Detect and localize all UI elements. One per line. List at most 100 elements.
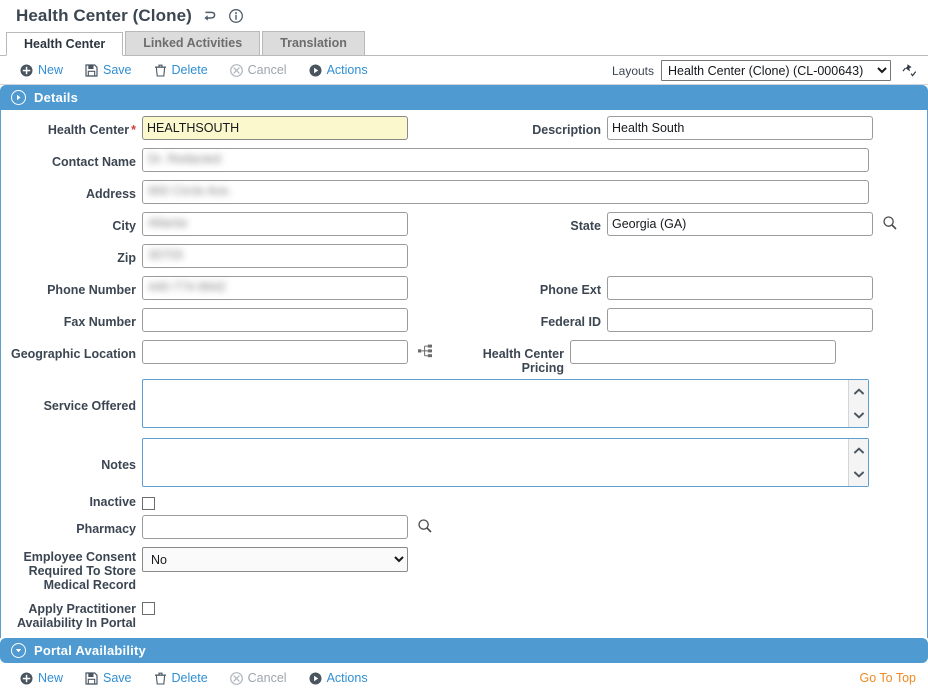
- zip-field-wrap: 30703: [142, 244, 408, 268]
- city-field-wrap: Atlanta: [142, 212, 408, 236]
- row-notes: Notes: [1, 432, 927, 489]
- row-address: Address 900 Circle Ave.: [1, 180, 927, 212]
- plus-circle-icon: [20, 64, 33, 77]
- fax-number-input[interactable]: [142, 308, 408, 332]
- fax-number-label: Fax Number: [63, 315, 136, 329]
- undo-icon[interactable]: [202, 8, 219, 25]
- description-input[interactable]: [607, 116, 873, 140]
- chevron-right-icon: [11, 90, 26, 105]
- play-circle-icon: [309, 64, 322, 77]
- new-button[interactable]: New: [20, 63, 63, 77]
- top-toolbar: New Save Delete Cancel Actions Layouts H…: [0, 56, 928, 85]
- save-button-label: Save: [103, 63, 132, 77]
- tab-health-center[interactable]: Health Center: [6, 32, 124, 56]
- row-health-center: Health Center* Description: [1, 116, 927, 148]
- address-input[interactable]: [142, 180, 869, 204]
- save-button[interactable]: Save: [85, 63, 132, 77]
- employee-consent-select[interactable]: No: [142, 547, 408, 572]
- phone-number-label: Phone Number: [47, 283, 136, 297]
- footer-save-button[interactable]: Save: [85, 671, 132, 685]
- notes-scroll-spinner[interactable]: [848, 439, 868, 486]
- contact-name-input[interactable]: [142, 148, 869, 172]
- zip-input[interactable]: [142, 244, 408, 268]
- service-offered-textarea[interactable]: [142, 379, 869, 428]
- notes-label: Notes: [101, 458, 136, 472]
- page-title: Health Center (Clone): [16, 6, 192, 25]
- row-inactive: Inactive: [1, 489, 927, 515]
- city-input[interactable]: [142, 212, 408, 236]
- chevron-down-icon[interactable]: [853, 470, 865, 478]
- notes-field-wrap: [142, 438, 869, 487]
- layouts-select[interactable]: Health Center (Clone) (CL-000643): [661, 60, 891, 81]
- inactive-label: Inactive: [89, 495, 136, 509]
- phone-number-input[interactable]: [142, 276, 408, 300]
- chevron-up-icon[interactable]: [853, 447, 865, 455]
- footer-delete-button[interactable]: Delete: [154, 671, 208, 685]
- health-center-form-page: Health Center (Clone) Health Center Link…: [0, 0, 928, 689]
- pin-layout-icon[interactable]: [898, 62, 920, 80]
- employee-consent-label: Employee Consent Required To Store Medic…: [23, 550, 136, 592]
- layouts-label: Layouts: [611, 63, 654, 78]
- state-input[interactable]: [607, 212, 873, 236]
- delete-button-label: Delete: [171, 63, 208, 77]
- delete-button[interactable]: Delete: [154, 63, 208, 77]
- row-apply-practitioner: Apply Practitioner Availability In Porta…: [1, 599, 927, 630]
- federal-id-label: Federal ID: [540, 315, 601, 329]
- cancel-button-label: Cancel: [247, 63, 287, 77]
- service-offered-field-wrap: [142, 379, 869, 428]
- required-asterisk: *: [131, 123, 136, 137]
- go-to-top-link[interactable]: Go To Top: [859, 663, 916, 689]
- tab-translation[interactable]: Translation: [262, 31, 365, 55]
- footer-new-button-label: New: [38, 671, 64, 685]
- notes-textarea[interactable]: [142, 438, 869, 487]
- row-service-offered: Service Offered: [1, 375, 927, 432]
- bottom-toolbar: New Save Delete Cancel Actions Go To Top: [0, 663, 928, 689]
- actions-button-label: Actions: [326, 63, 368, 77]
- address-label: Address: [85, 187, 136, 201]
- actions-button[interactable]: Actions: [309, 63, 368, 77]
- geographic-location-input[interactable]: [142, 340, 408, 364]
- zip-label: Zip: [117, 251, 136, 265]
- phone-ext-input[interactable]: [607, 276, 873, 300]
- service-offered-scroll-spinner[interactable]: [848, 380, 868, 427]
- health-center-pricing-label: Health Center Pricing: [482, 347, 564, 375]
- hierarchy-tree-icon[interactable]: [417, 343, 433, 359]
- footer-actions-button[interactable]: Actions: [309, 671, 368, 685]
- footer-delete-button-label: Delete: [171, 671, 208, 685]
- title-bar: Health Center (Clone): [0, 0, 928, 32]
- details-section-header[interactable]: Details: [0, 85, 928, 110]
- cancel-circle-icon: [229, 671, 243, 685]
- federal-id-input[interactable]: [607, 308, 873, 332]
- row-pharmacy: Pharmacy: [1, 515, 927, 547]
- contact-name-field-wrap: Dr. Redacted: [142, 148, 869, 172]
- info-icon[interactable]: [228, 8, 244, 24]
- apply-practitioner-checkbox[interactable]: [142, 602, 155, 615]
- apply-practitioner-label: Apply Practitioner Availability In Porta…: [16, 602, 136, 630]
- chevron-up-icon[interactable]: [853, 388, 865, 396]
- health-center-pricing-input[interactable]: [570, 340, 836, 364]
- footer-save-button-label: Save: [103, 671, 132, 685]
- row-employee-consent: Employee Consent Required To Store Medic…: [1, 547, 927, 599]
- phone-number-field-wrap: 440-774-9942: [142, 276, 408, 300]
- tab-linked-activities[interactable]: Linked Activities: [125, 31, 261, 55]
- row-fax-federal: Fax Number Federal ID: [1, 308, 927, 340]
- search-icon[interactable]: [882, 215, 898, 231]
- trash-icon: [154, 64, 167, 77]
- layouts-control-group: Layouts Health Center (Clone) (CL-000643…: [612, 56, 920, 85]
- footer-cancel-button[interactable]: Cancel: [229, 671, 287, 685]
- address-field-wrap: 900 Circle Ave.: [142, 180, 869, 204]
- search-icon[interactable]: [417, 518, 433, 534]
- row-city-state: City Atlanta State: [1, 212, 927, 244]
- portal-availability-section-header[interactable]: Portal Availability: [0, 638, 928, 663]
- chevron-down-icon[interactable]: [853, 411, 865, 419]
- inactive-checkbox[interactable]: [142, 497, 155, 510]
- pharmacy-input[interactable]: [142, 515, 408, 539]
- cancel-button[interactable]: Cancel: [229, 63, 287, 77]
- details-form-body: Health Center* Description Contact Name …: [0, 110, 928, 638]
- footer-new-button[interactable]: New: [20, 671, 63, 685]
- health-center-input[interactable]: [142, 116, 408, 140]
- pharmacy-label: Pharmacy: [76, 522, 136, 536]
- footer-cancel-button-label: Cancel: [247, 671, 287, 685]
- tab-strip: Health Center Linked Activities Translat…: [0, 31, 928, 56]
- geographic-location-label: Geographic Location: [10, 347, 136, 361]
